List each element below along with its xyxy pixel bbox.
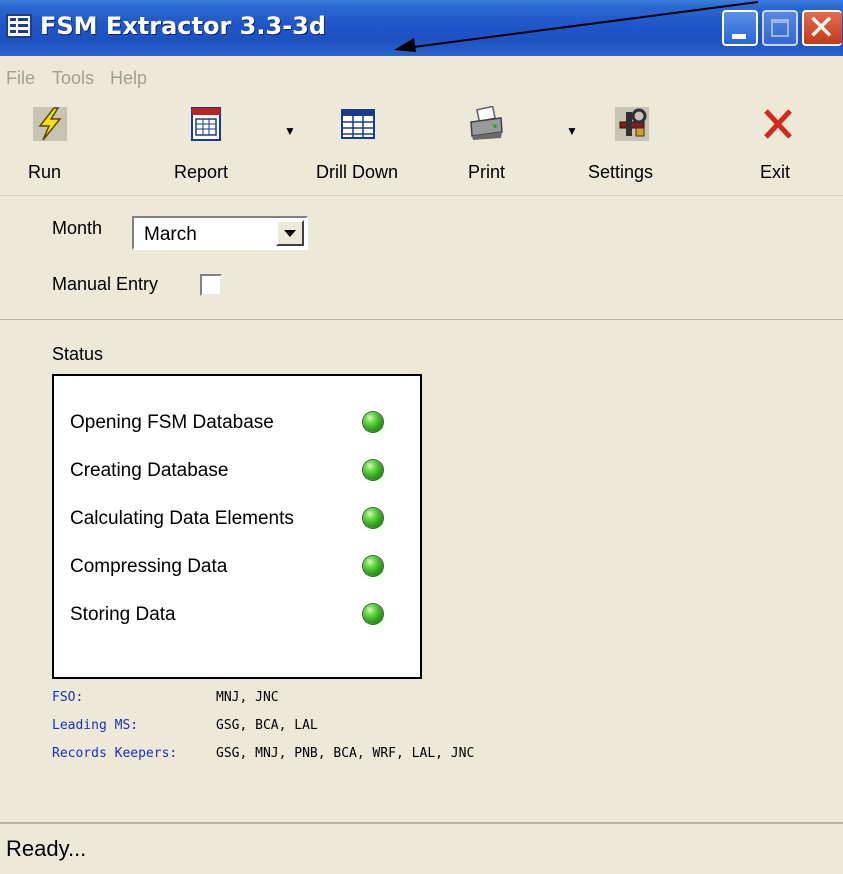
red-x-icon <box>764 109 792 139</box>
exit-button[interactable]: Exit <box>748 102 808 188</box>
status-bar: Ready... <box>0 822 843 874</box>
records-keepers-value: GSG, MNJ, PNB, BCA, WRF, LAL, JNC <box>216 746 475 761</box>
lightning-icon <box>33 107 67 141</box>
toolbar: Run Report ▼ Drill Down Print ▼ Settings… <box>0 94 843 196</box>
records-keepers-label: Records Keepers: <box>52 746 178 761</box>
fso-value: MNJ, JNC <box>216 690 279 705</box>
status-led-icon <box>363 508 383 528</box>
status-item-label: Calculating Data Elements <box>70 508 294 529</box>
month-select-value: March <box>144 224 197 245</box>
print-dropdown-icon[interactable]: ▼ <box>566 124 578 138</box>
minimize-button[interactable] <box>722 10 758 46</box>
maximize-icon <box>771 19 789 37</box>
report-button[interactable]: Report <box>162 102 252 188</box>
print-label: Print <box>468 162 506 182</box>
settings-label: Settings <box>588 162 654 182</box>
status-item-label: Opening FSM Database <box>70 412 274 433</box>
manual-entry-label: Manual Entry <box>52 274 159 294</box>
status-item: Compressing Data <box>70 554 410 584</box>
status-list: Opening FSM Database Creating Database C… <box>52 374 422 679</box>
status-item: Storing Data <box>70 602 410 632</box>
window-title: FSM Extractor 3.3-3d <box>40 12 327 40</box>
status-item: Calculating Data Elements <box>70 506 410 536</box>
exit-label: Exit <box>760 162 791 182</box>
month-label: Month <box>52 218 103 238</box>
fso-label: FSO: <box>52 690 84 705</box>
app-window: FSM Extractor 3.3-3d ✕ File Tools Help R… <box>0 0 843 874</box>
settings-button[interactable]: Settings <box>588 102 672 188</box>
drill-down-button[interactable]: Drill Down <box>312 102 412 188</box>
title-bar[interactable]: FSM Extractor 3.3-3d ✕ <box>0 0 843 56</box>
printer-icon <box>470 106 503 140</box>
status-item-label: Storing Data <box>70 604 176 625</box>
tools-settings-icon <box>615 107 649 141</box>
report-dropdown-icon[interactable]: ▼ <box>284 124 296 138</box>
status-item: Creating Database <box>70 458 410 488</box>
annotation-arrow-icon <box>394 1 759 52</box>
chevron-down-icon[interactable] <box>276 220 304 246</box>
run-button[interactable]: Run <box>22 102 82 188</box>
month-select[interactable]: March <box>132 216 308 250</box>
print-button[interactable]: Print <box>460 102 530 188</box>
status-panel: Status Opening FSM Database Creating Dat… <box>0 320 843 820</box>
calendar-report-icon <box>191 107 221 141</box>
app-icon[interactable] <box>6 14 32 38</box>
status-item: Opening FSM Database <box>70 410 410 440</box>
status-item-label: Creating Database <box>70 460 229 481</box>
status-led-icon <box>363 412 383 432</box>
maximize-button[interactable] <box>762 10 798 46</box>
leading-ms-label: Leading MS: <box>52 718 139 733</box>
leading-ms-value: GSG, BCA, LAL <box>216 718 318 733</box>
close-button[interactable]: ✕ <box>802 8 842 48</box>
menu-file[interactable]: File <box>6 68 35 89</box>
menu-bar: File Tools Help <box>0 56 843 94</box>
status-item-label: Compressing Data <box>70 556 228 577</box>
menu-tools[interactable]: Tools <box>52 68 94 89</box>
status-led-icon <box>363 556 383 576</box>
run-label: Run <box>28 162 62 182</box>
status-bar-text: Ready... <box>6 836 87 861</box>
drill-down-label: Drill Down <box>316 162 399 182</box>
report-label: Report <box>174 162 229 182</box>
status-led-icon <box>363 460 383 480</box>
close-icon: ✕ <box>807 8 836 48</box>
menu-help[interactable]: Help <box>110 68 147 89</box>
status-led-icon <box>363 604 383 624</box>
status-heading: Status <box>52 344 104 364</box>
table-grid-icon <box>341 109 375 139</box>
options-panel: Month March Manual Entry <box>0 196 843 320</box>
manual-entry-checkbox[interactable] <box>200 274 222 296</box>
minimize-icon <box>732 34 746 39</box>
